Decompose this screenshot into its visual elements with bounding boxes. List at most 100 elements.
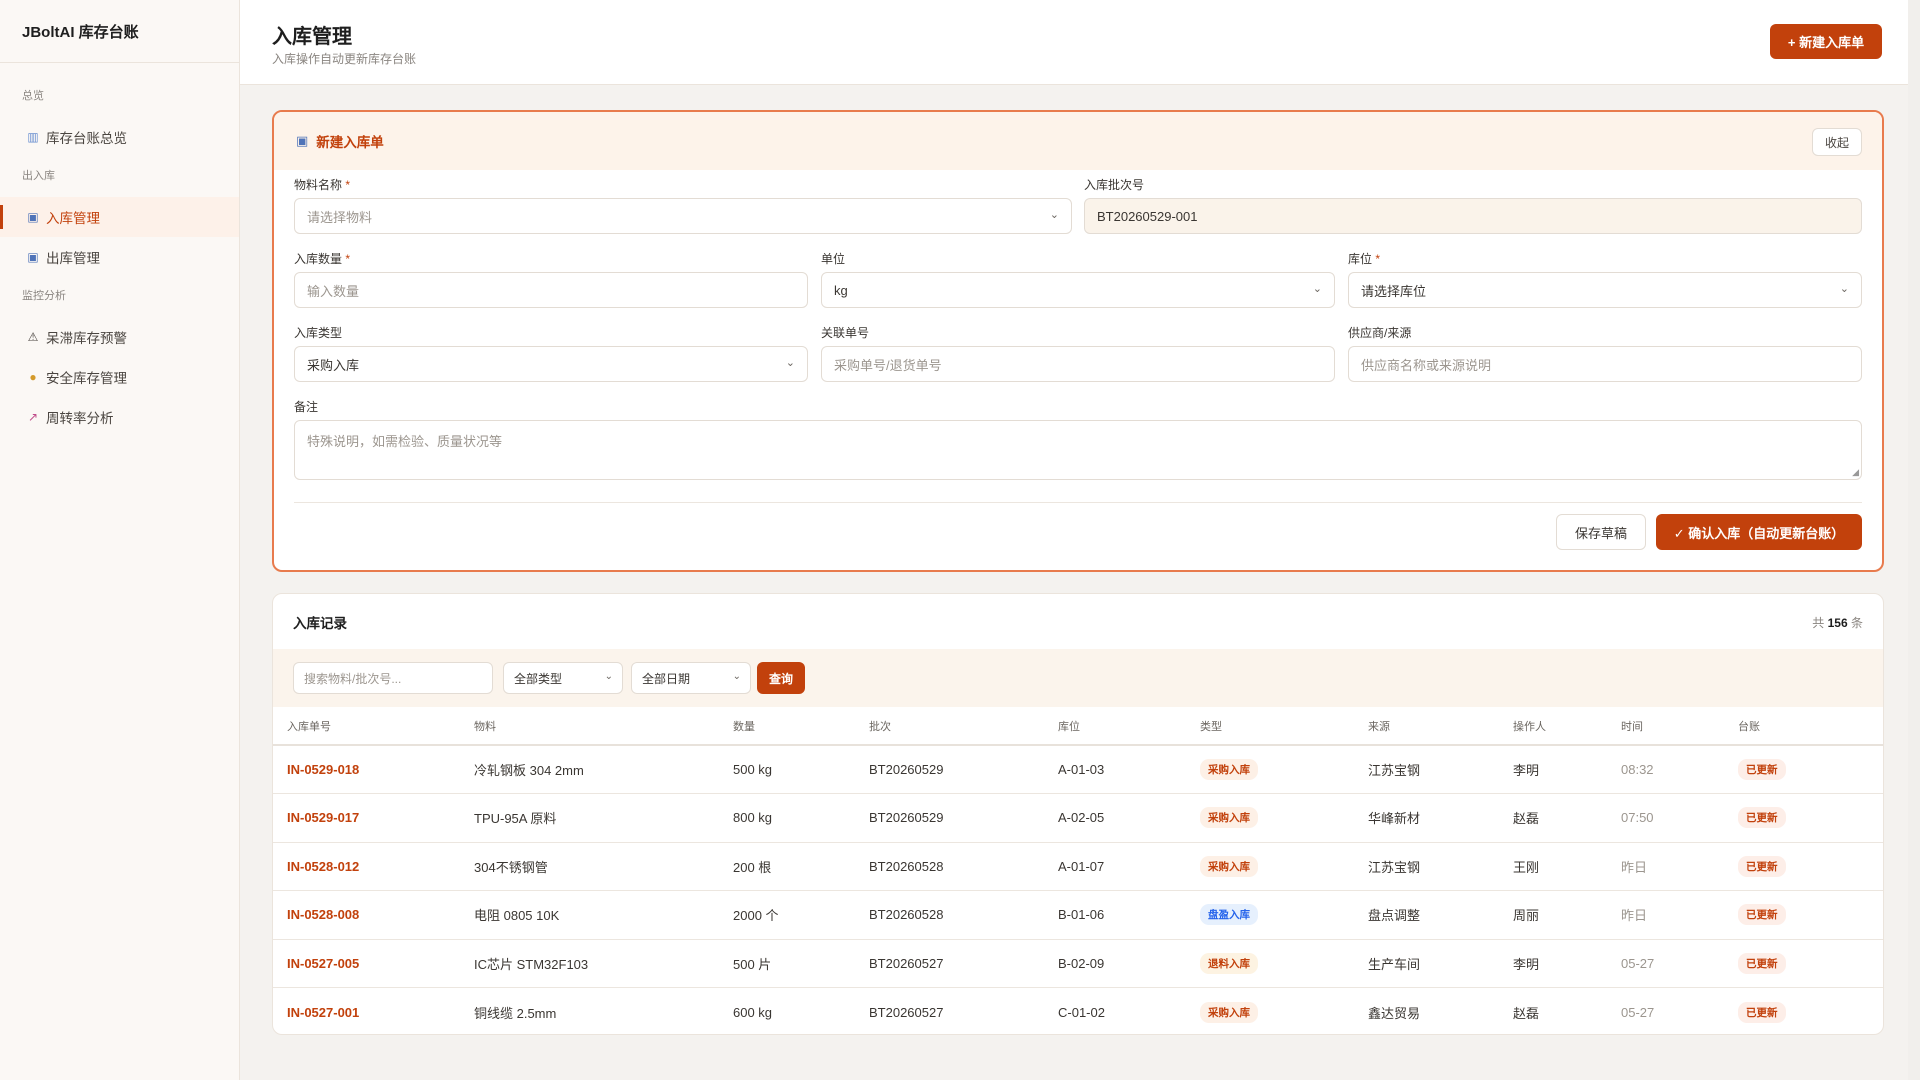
batch-input[interactable]: BT20260529-001 [1084, 198, 1862, 234]
unit-field: 单位 kg ⌄ [821, 250, 1335, 308]
material-select[interactable]: 请选择物料 ⌄ [294, 198, 1072, 234]
sidebar-item-turnover[interactable]: ↗ 周转率分析 [0, 397, 239, 437]
cell-material: 电阻 0805 10K [474, 890, 733, 940]
warning-icon: ⚠ [27, 330, 39, 344]
cell-inbound-id[interactable]: IN-0528-008 [273, 890, 474, 940]
cell-material: TPU-95A 原料 [474, 793, 733, 843]
sidebar-item-outbound[interactable]: ▣ 出库管理 [0, 237, 239, 277]
chevron-down-icon: ⌄ [785, 357, 795, 369]
cell-ledger-status: 已更新 [1738, 890, 1883, 940]
cell-inbound-id[interactable]: IN-0527-005 [273, 939, 474, 988]
table-row[interactable]: IN-0529-017 TPU-95A 原料 800 kg BT20260529 A-0… [273, 793, 1883, 843]
col-header-time[interactable]: 时间 [1621, 707, 1738, 746]
cell-batch: BT20260527 [869, 1004, 944, 1020]
search-input[interactable]: 搜索物料/批次号... [293, 662, 493, 694]
status-badge: 已更新 [1738, 904, 1786, 926]
sidebar-item-overview[interactable]: ▥ 库存台账总览 [0, 117, 239, 157]
batch-value: BT20260529-001 [1097, 208, 1198, 224]
cell-inbound-id[interactable]: IN-0529-017 [273, 793, 474, 843]
table-row[interactable]: IN-0527-005 IC芯片 STM32F103 500 片 BT20260527… [273, 939, 1883, 988]
cell-material: IC芯片 STM32F103 [474, 939, 733, 988]
material-label: 物料名称 [294, 178, 343, 192]
cell-time: 昨日 [1621, 842, 1738, 891]
cell-location: A-01-03 [1058, 745, 1200, 794]
col-header-id[interactable]: 入库单号 [273, 707, 474, 746]
cell-operator: 李明 [1513, 939, 1621, 988]
unit-label: 单位 [821, 252, 846, 266]
cell-qty: 800 kg [733, 793, 869, 843]
cell-source: 华峰新材 [1368, 793, 1513, 843]
type-badge: 采购入库 [1200, 855, 1258, 877]
type-badge: 采购入库 [1200, 1001, 1258, 1023]
col-header-qty[interactable]: 数量 [733, 707, 869, 746]
table-row[interactable]: IN-0528-012 304不锈钢管 200 根 BT20260528 A-01-07… [273, 842, 1883, 891]
table-row[interactable]: IN-0528-008 电阻 0805 10K 2000 个 BT20260528 B-… [273, 890, 1883, 940]
page-scrollbar[interactable] [1908, 0, 1920, 1080]
quantity-input[interactable]: 输入数量 [294, 272, 808, 308]
cell-qty: 500 片 [733, 939, 869, 988]
col-header-material[interactable]: 物料 [474, 707, 733, 746]
material-placeholder: 请选择物料 [307, 209, 373, 225]
cell-time: 08:32 [1621, 745, 1738, 794]
cell-qty: 200 根 [733, 842, 869, 891]
sidebar-item-label: 呆滞库存预警 [46, 331, 127, 346]
sidebar-item-safety-stock[interactable]: ● 安全库存管理 [0, 357, 239, 397]
collapse-button[interactable]: 收起 [1812, 128, 1862, 156]
col-header-location[interactable]: 库位 [1058, 707, 1200, 746]
cell-location: A-02-05 [1058, 793, 1200, 843]
col-header-type[interactable]: 类型 [1200, 707, 1368, 746]
table-row[interactable]: IN-0529-018 冷轧钢板 304 2mm 500 kg BT20260529 A… [273, 745, 1883, 794]
query-button[interactable]: 查询 [757, 662, 805, 694]
type-select[interactable]: 采购入库 ⌄ [294, 346, 808, 382]
chevron-down-icon: ⌄ [1312, 283, 1322, 295]
col-header-operator[interactable]: 操作人 [1513, 707, 1621, 746]
cell-type: 采购入库 [1200, 745, 1368, 794]
batch-label: 入库批次号 [1084, 178, 1145, 192]
cell-location: B-02-09 [1058, 939, 1200, 988]
page-header: 入库管理 入库操作自动更新库存台账 + 新建入库单 [240, 0, 1920, 85]
nav-group-inout: 出入库 [22, 170, 55, 182]
required-mark: * [345, 252, 351, 266]
chevron-down-icon: ⌄ [1049, 209, 1059, 221]
bar-chart-icon: ▥ [27, 130, 39, 144]
cell-inbound-id[interactable]: IN-0527-001 [273, 988, 474, 1035]
unit-select[interactable]: kg ⌄ [821, 272, 1335, 308]
count-prefix: 共 [1812, 616, 1825, 630]
supplier-input[interactable]: 供应商名称或来源说明 [1348, 346, 1862, 382]
sidebar-item-label: 库存台账总览 [46, 131, 127, 146]
note-textarea[interactable]: 特殊说明，如需检验、质量状况等 ◢ [294, 420, 1862, 480]
page-title: 入库管理 [272, 26, 352, 48]
new-inbound-button[interactable]: + 新建入库单 [1770, 24, 1882, 59]
records-count: 共 156 条 [1812, 614, 1863, 631]
page-subtitle: 入库操作自动更新库存台账 [272, 52, 417, 66]
sidebar-item-inbound[interactable]: ▣ 入库管理 [0, 197, 239, 237]
col-header-source[interactable]: 来源 [1368, 707, 1513, 746]
sidebar-item-stale-stock[interactable]: ⚠ 呆滞库存预警 [0, 317, 239, 357]
type-value: 采购入库 [307, 357, 360, 373]
resize-handle-icon[interactable]: ◢ [1852, 467, 1859, 478]
save-draft-button[interactable]: 保存草稿 [1556, 514, 1646, 550]
cell-ledger-status: 已更新 [1738, 745, 1883, 794]
cell-type: 盘盈入库 [1200, 890, 1368, 940]
type-filter-select[interactable]: 全部类型 ⌄ [503, 662, 623, 694]
cell-location: B-01-06 [1058, 890, 1200, 940]
records-table: 入库单号 物料 数量 批次 库位 类型 来源 操作人 时间 台账 IN-0529… [273, 707, 1883, 1035]
quantity-label: 入库数量 [294, 252, 343, 266]
quantity-field: 入库数量 * 输入数量 [294, 250, 808, 308]
cell-type: 采购入库 [1200, 793, 1368, 843]
cell-operator: 王刚 [1513, 842, 1621, 891]
cell-qty: 2000 个 [733, 890, 869, 940]
location-placeholder: 请选择库位 [1361, 283, 1427, 299]
note-field: 备注 特殊说明，如需检验、质量状况等 ◢ [294, 398, 1862, 480]
package-icon: ▣ [296, 133, 309, 148]
table-row[interactable]: IN-0527-001 铜线缆 2.5mm 600 kg BT20260527 C-01… [273, 988, 1883, 1035]
col-header-ledger[interactable]: 台账 [1738, 707, 1883, 746]
location-select[interactable]: 请选择库位 ⌄ [1348, 272, 1862, 308]
cell-inbound-id[interactable]: IN-0529-018 [273, 745, 474, 794]
confirm-inbound-button[interactable]: ✓ 确认入库（自动更新台账） [1656, 514, 1862, 550]
col-header-batch[interactable]: 批次 [869, 707, 1058, 746]
date-filter-select[interactable]: 全部日期 ⌄ [631, 662, 751, 694]
cell-inbound-id[interactable]: IN-0528-012 [273, 842, 474, 891]
ref-input[interactable]: 采购单号/退货单号 [821, 346, 1335, 382]
line-chart-icon: ↗ [27, 410, 39, 424]
